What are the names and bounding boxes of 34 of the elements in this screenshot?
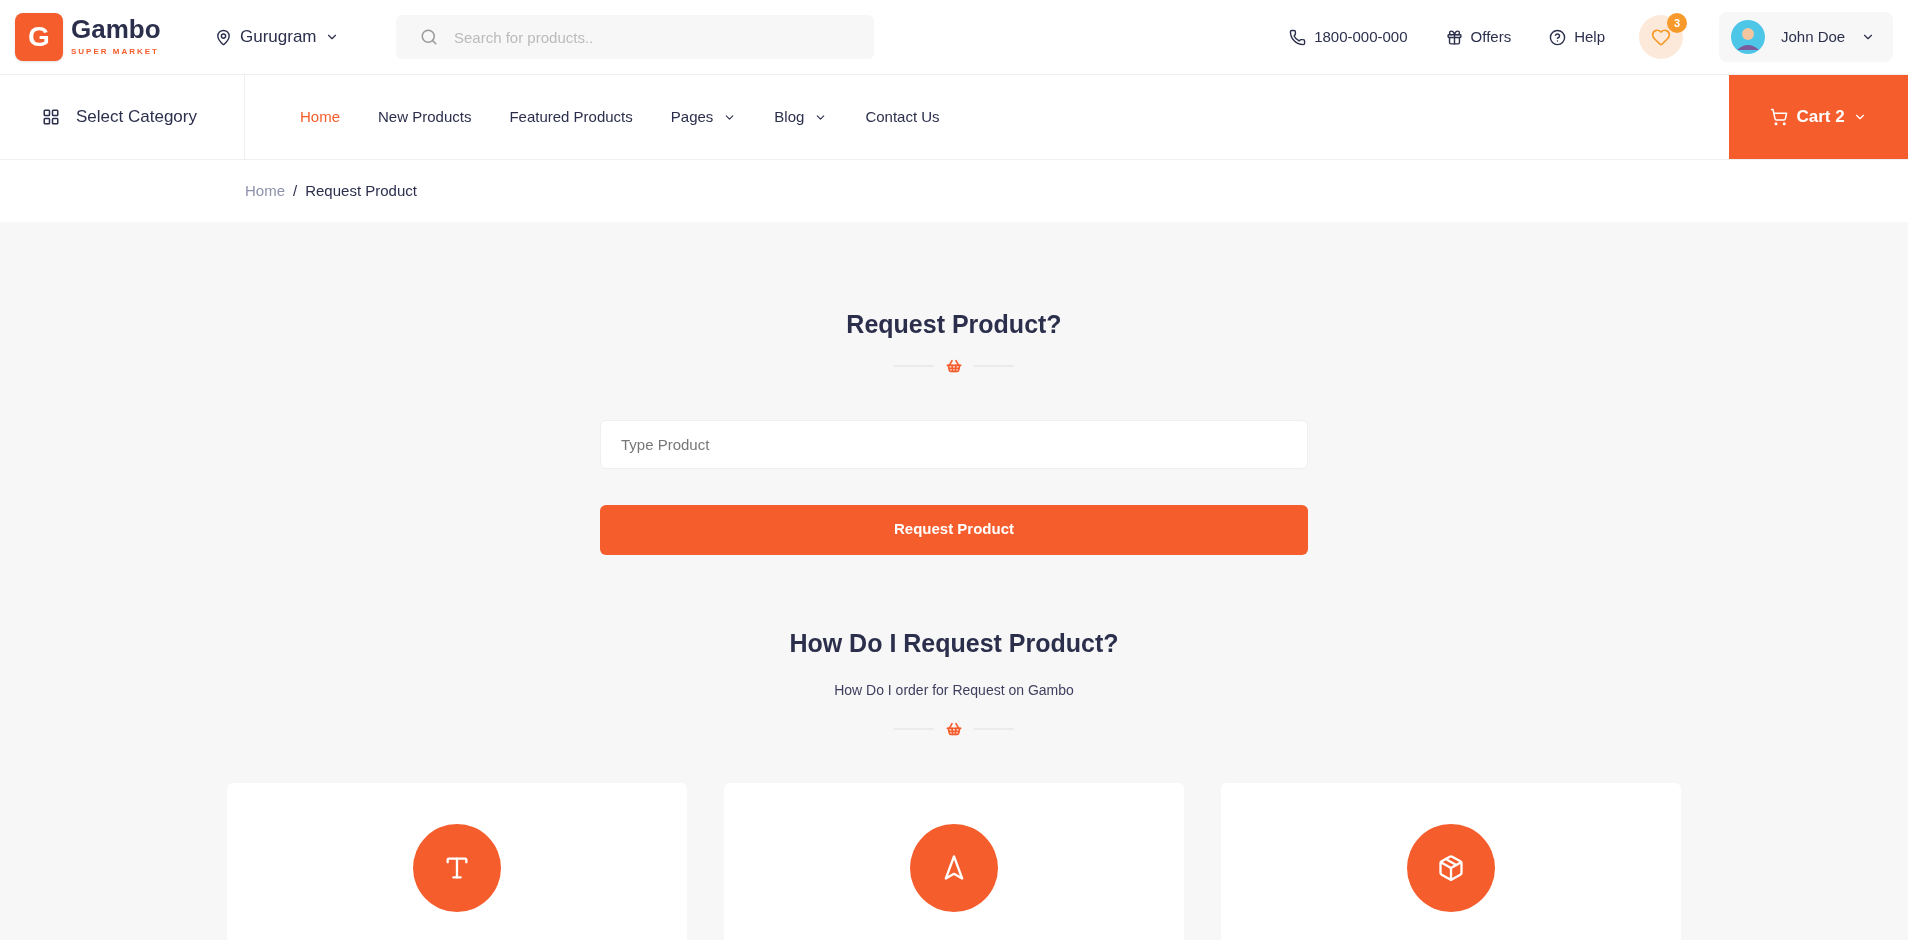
phone-icon — [1289, 28, 1307, 46]
gift-icon — [1445, 28, 1463, 46]
box-icon — [1437, 854, 1465, 882]
page-heading: Request Product? — [846, 309, 1062, 340]
location-selector[interactable]: Gurugram — [215, 24, 396, 50]
help-icon — [1549, 28, 1567, 46]
breadcrumb-current: Request Product — [305, 180, 417, 201]
basket-icon — [946, 721, 962, 737]
logo-tagline: SUPER MARKET — [71, 46, 160, 58]
nav-link[interactable]: Blog — [774, 105, 828, 129]
search-input[interactable]: Search for products.. — [454, 15, 850, 59]
nav-link[interactable]: New Products — [378, 105, 472, 129]
select-category-button[interactable]: Select Category — [0, 75, 245, 159]
user-menu[interactable]: John Doe — [1719, 12, 1893, 62]
location-pin-icon — [215, 28, 232, 46]
basket-icon — [946, 357, 962, 374]
nav-link[interactable]: Featured Products — [509, 105, 633, 129]
product-input-field[interactable]: Type Product — [600, 419, 1308, 469]
nav-link[interactable]: Contact Us — [865, 105, 940, 129]
header-link[interactable]: Help — [1549, 25, 1605, 49]
cart-icon — [1770, 108, 1789, 126]
avatar — [1731, 20, 1765, 54]
logo-name: Gambo — [71, 16, 161, 42]
grid-icon — [42, 108, 60, 126]
search-bar[interactable]: Search for products.. — [396, 15, 874, 59]
header-link[interactable]: Offers — [1445, 25, 1512, 49]
heart-icon — [1651, 27, 1671, 47]
wishlist-count-badge: 3 — [1667, 13, 1687, 33]
breadcrumb-separator: / — [293, 180, 298, 201]
section-subtitle: How Do I order for Request on Gambo — [834, 681, 1074, 700]
nav-link[interactable]: Pages — [670, 105, 737, 129]
header-link[interactable]: 1800-000-000 — [1289, 25, 1408, 49]
section-heading: How Do I Request Product? — [789, 627, 1119, 659]
search-icon — [420, 28, 438, 46]
